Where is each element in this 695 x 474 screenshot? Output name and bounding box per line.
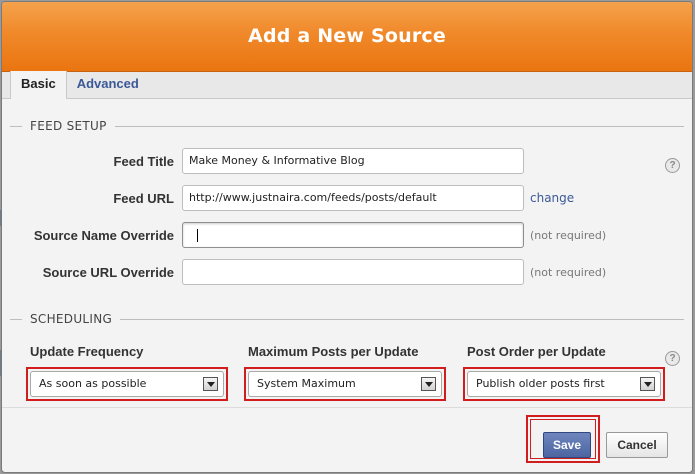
- cancel-button[interactable]: Cancel: [606, 432, 668, 458]
- add-source-dialog: Add a New Source Basic Advanced FEED SET…: [1, 1, 693, 473]
- dialog-title: Add a New Source: [248, 24, 446, 47]
- max-posts-value: System Maximum: [257, 377, 356, 390]
- tab-advanced[interactable]: Advanced: [67, 71, 149, 98]
- update-frequency-value: As soon as possible: [39, 377, 147, 390]
- post-order-value: Publish older posts first: [476, 377, 605, 390]
- text-caret: [197, 229, 198, 242]
- post-order-label: Post Order per Update: [467, 344, 606, 359]
- source-url-override-input[interactable]: [182, 259, 524, 285]
- highlight-box: As soon as possible: [26, 367, 228, 401]
- feed-url-input[interactable]: http://www.justnaira.com/feeds/posts/def…: [182, 185, 524, 211]
- post-order-group: Post Order per Update Publish older post…: [463, 344, 665, 401]
- source-name-override-label: Source Name Override: [33, 227, 174, 243]
- dialog-titlebar: Add a New Source: [2, 2, 692, 72]
- tab-basic[interactable]: Basic: [10, 71, 67, 99]
- help-icon[interactable]: ?: [665, 158, 680, 173]
- post-order-select[interactable]: Publish older posts first: [467, 371, 661, 397]
- scheduling-section-header: SCHEDULING: [10, 312, 684, 326]
- max-posts-group: Maximum Posts per Update System Maximum: [244, 344, 446, 401]
- feed-setup-heading: FEED SETUP: [30, 119, 107, 133]
- feed-setup-section-header: FEED SETUP: [10, 119, 684, 133]
- feed-title-label: Feed Title: [113, 153, 174, 169]
- footer-divider: [2, 407, 692, 408]
- scheduling-heading: SCHEDULING: [30, 312, 113, 326]
- source-name-override-input[interactable]: [182, 222, 524, 248]
- feed-title-row: Feed Title Make Money & Informative Blog: [2, 148, 524, 174]
- source-url-override-row: Source URL Override (not required): [2, 259, 606, 285]
- highlight-box: System Maximum: [244, 367, 446, 401]
- help-icon[interactable]: ?: [665, 351, 680, 366]
- feed-url-label: Feed URL: [113, 190, 174, 206]
- change-link[interactable]: change: [530, 191, 574, 205]
- max-posts-select[interactable]: System Maximum: [248, 371, 442, 397]
- feed-title-input[interactable]: Make Money & Informative Blog: [182, 148, 524, 174]
- source-url-override-label: Source URL Override: [42, 264, 174, 280]
- highlight-box: Publish older posts first: [463, 367, 665, 401]
- not-required-note: (not required): [530, 265, 607, 279]
- feed-url-row: Feed URL http://www.justnaira.com/feeds/…: [2, 185, 574, 211]
- source-name-override-row: Source Name Override (not required): [2, 222, 606, 248]
- not-required-note: (not required): [530, 228, 607, 242]
- dropdown-arrow-icon[interactable]: [203, 377, 218, 391]
- update-frequency-group: Update Frequency As soon as possible: [26, 344, 228, 401]
- max-posts-label: Maximum Posts per Update: [248, 344, 419, 359]
- update-frequency-label: Update Frequency: [30, 344, 144, 359]
- dropdown-arrow-icon[interactable]: [421, 377, 436, 391]
- tab-bar: Basic Advanced: [2, 71, 692, 99]
- save-button[interactable]: Save: [543, 432, 591, 458]
- dropdown-arrow-icon[interactable]: [640, 377, 655, 391]
- update-frequency-select[interactable]: As soon as possible: [30, 371, 224, 397]
